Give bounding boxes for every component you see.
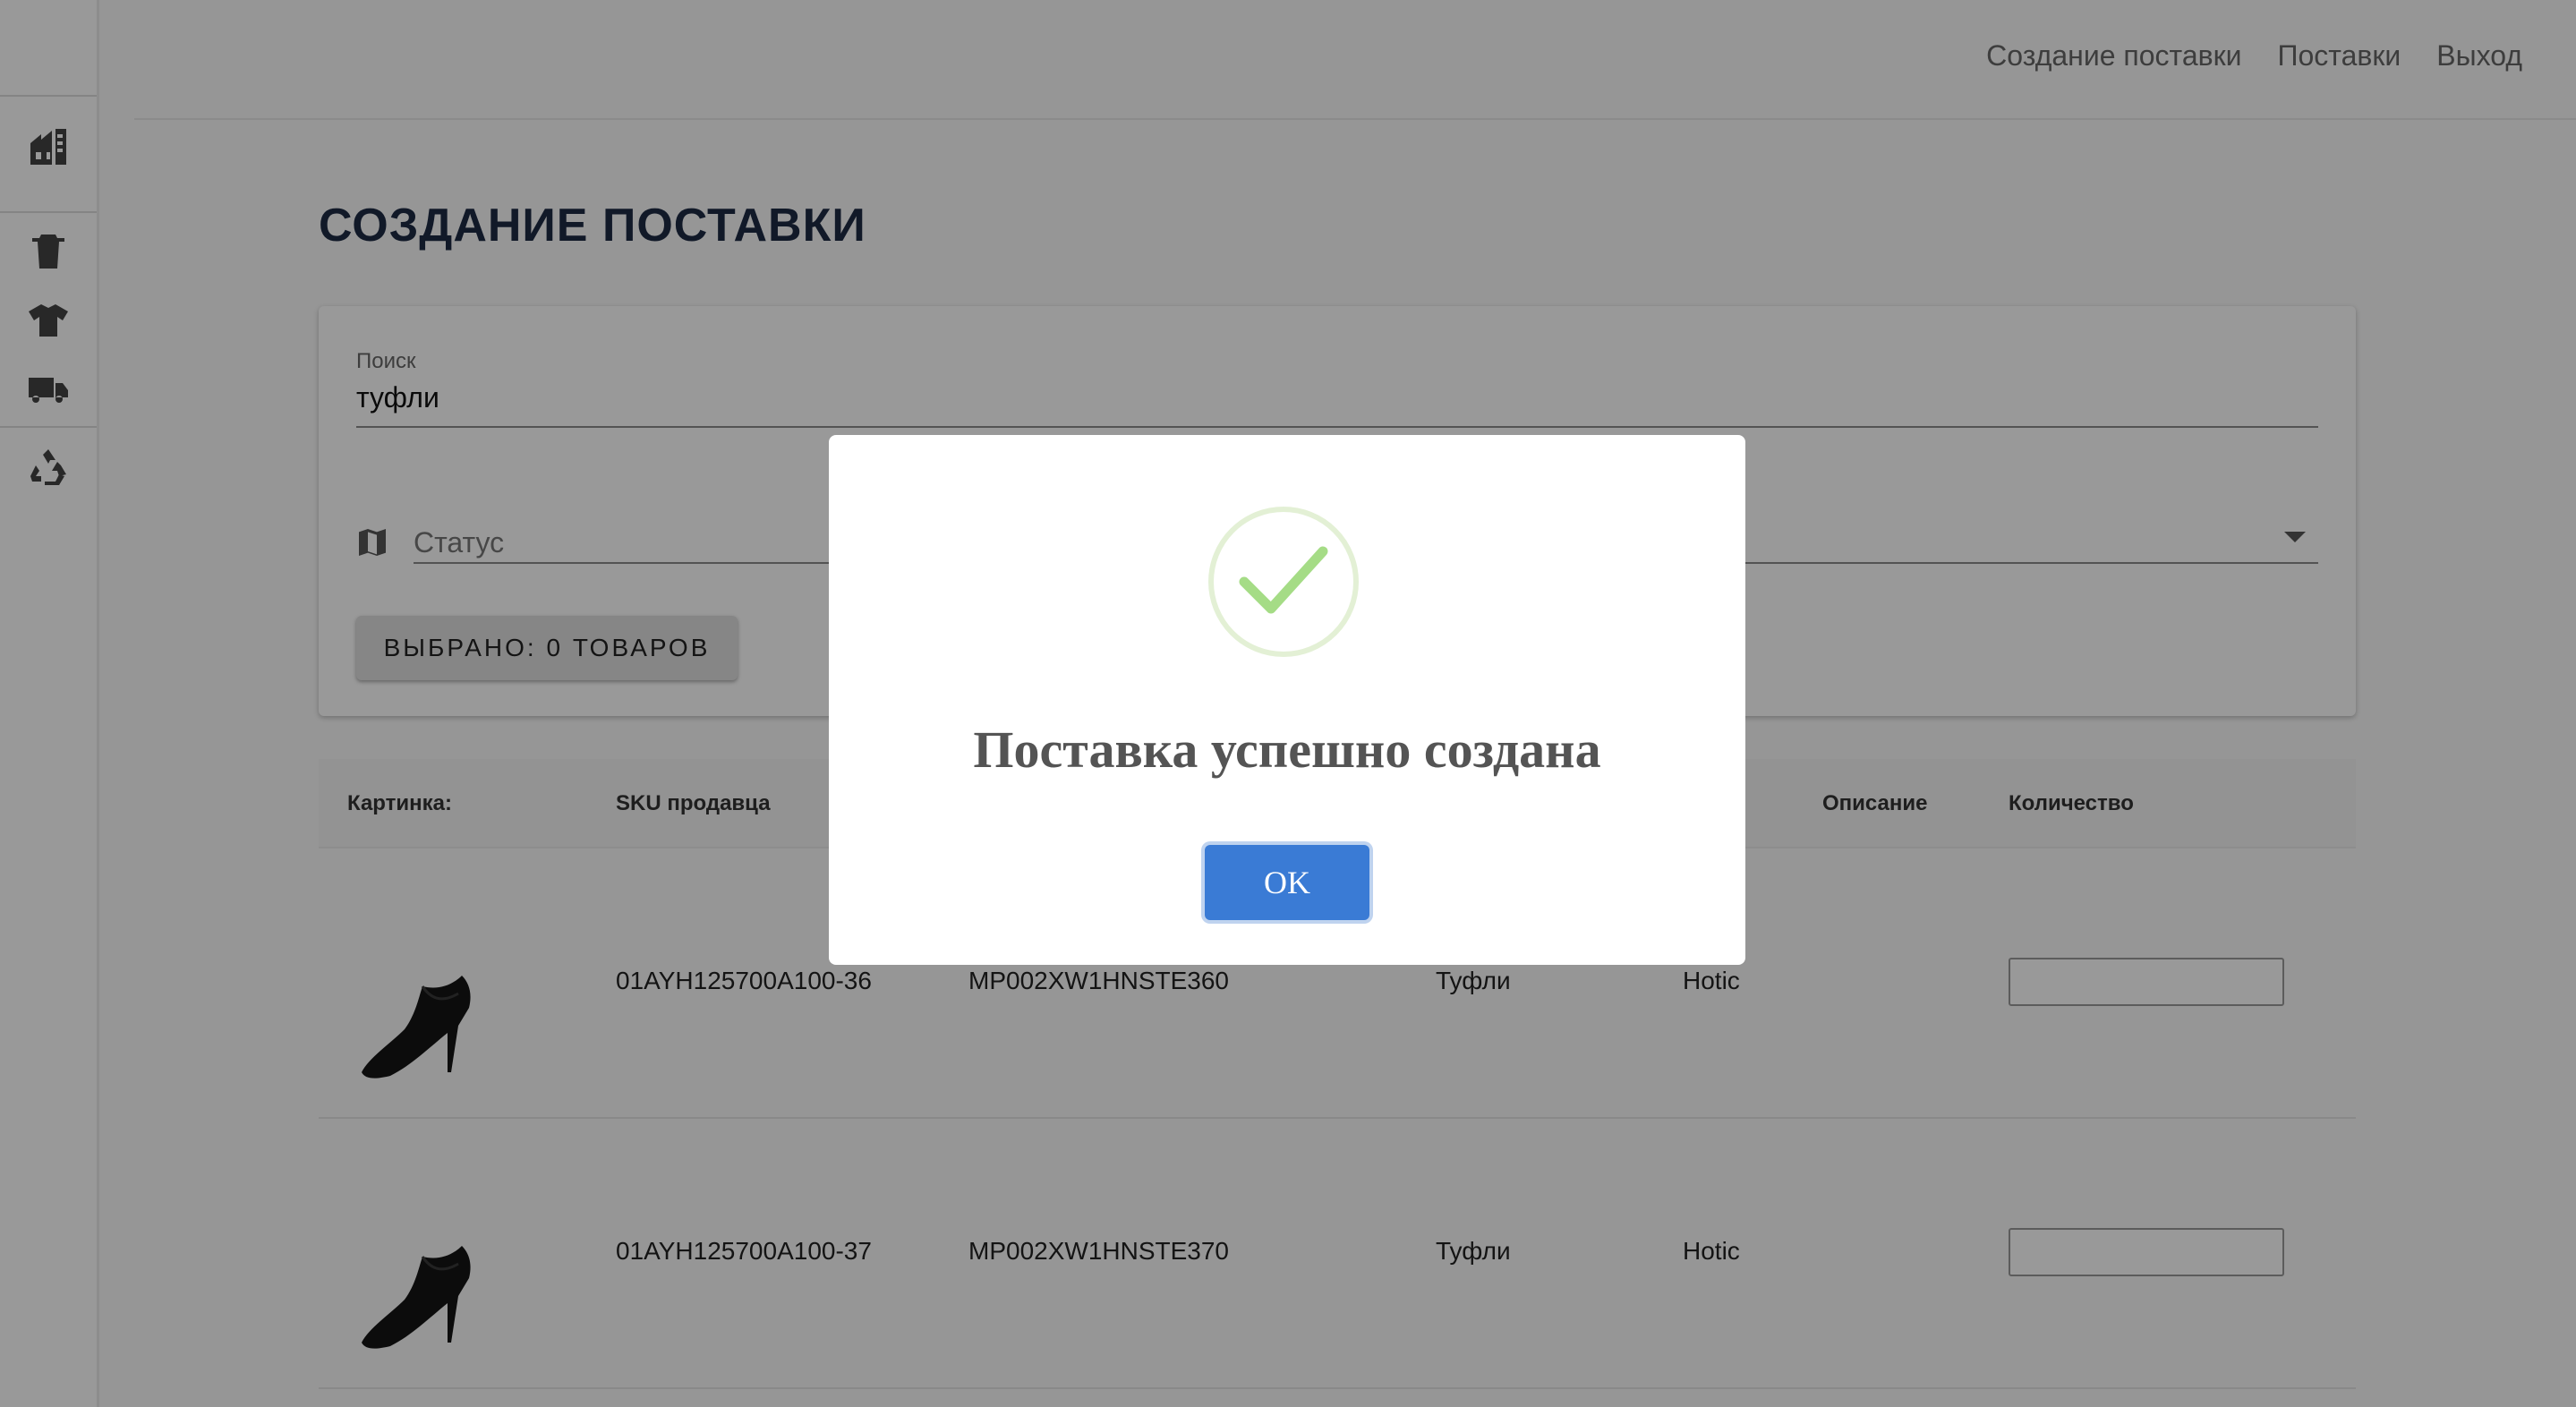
checkmark-icon: [1208, 507, 1359, 657]
dialog-title: Поставка успешно создана: [973, 721, 1601, 779]
ok-button[interactable]: OK: [1205, 845, 1369, 920]
success-dialog: Поставка успешно создана OK: [829, 435, 1745, 965]
